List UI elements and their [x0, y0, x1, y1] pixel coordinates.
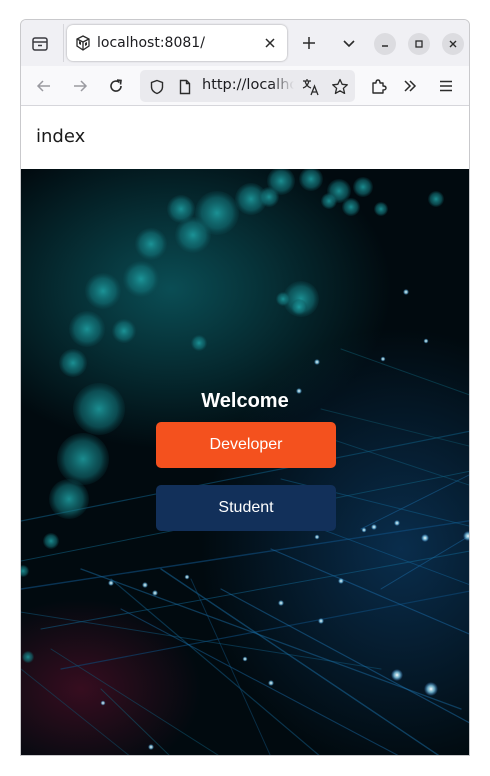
star-icon[interactable] — [331, 78, 349, 96]
window-close-icon[interactable] — [442, 33, 464, 55]
double-chevron-right-icon[interactable] — [397, 73, 423, 99]
close-icon[interactable] — [259, 32, 281, 54]
active-tab[interactable]: localhost:8081/ — [67, 25, 287, 61]
student-button[interactable]: Student — [156, 485, 336, 531]
page-content: index Welcome Developer Student — [21, 106, 469, 755]
maximize-icon[interactable] — [408, 33, 430, 55]
shield-icon[interactable] — [148, 78, 166, 96]
plus-icon[interactable] — [297, 31, 321, 55]
page-title: index — [36, 126, 86, 147]
page-header: index — [21, 106, 469, 169]
reload-icon[interactable] — [103, 73, 129, 99]
page-icon[interactable] — [176, 78, 194, 96]
tab-strip: localhost:8081/ — [21, 20, 469, 66]
developer-button[interactable]: Developer — [156, 422, 336, 468]
address-bar[interactable]: http://localhost:8081/ — [140, 70, 355, 102]
translate-icon[interactable] — [302, 78, 320, 96]
puzzle-icon[interactable] — [366, 73, 392, 99]
tab-strip-divider — [63, 24, 64, 62]
hero-section: Welcome Developer Student — [21, 169, 469, 755]
browser-window: localhost:8081/ http://localh index Welc… — [20, 19, 470, 756]
chevron-down-icon[interactable] — [337, 31, 361, 55]
minimize-icon[interactable] — [374, 33, 396, 55]
url-text: http://localhost:8081/ — [202, 77, 294, 93]
back-arrow-icon[interactable] — [31, 73, 57, 99]
forward-arrow-icon[interactable] — [67, 73, 93, 99]
tab-list-icon[interactable] — [27, 31, 53, 57]
welcome-heading: Welcome — [201, 390, 289, 412]
hamburger-menu-icon[interactable] — [433, 73, 459, 99]
tab-title: localhost:8081/ — [97, 35, 205, 51]
navigation-bar: http://localhost:8081/ — [21, 66, 469, 106]
cube-favicon-icon — [75, 35, 91, 51]
